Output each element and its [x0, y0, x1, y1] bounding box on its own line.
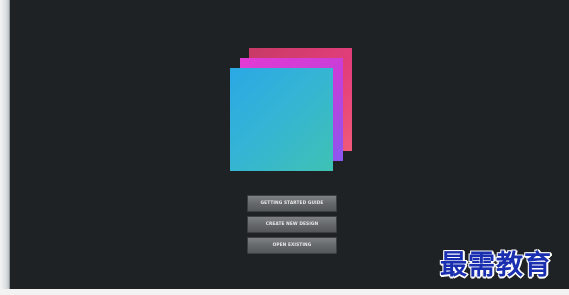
window-left-edge	[0, 0, 9, 295]
logo-front-square	[230, 68, 333, 171]
open-existing-button[interactable]: OPEN EXISTING	[247, 237, 337, 254]
watermark-text: 最需教育	[440, 250, 552, 281]
window-bottom-edge	[0, 289, 569, 295]
getting-started-guide-button[interactable]: GETTING STARTED GUIDE	[247, 195, 337, 212]
app-window: GETTING STARTED GUIDE CREATE NEW DESIGN …	[0, 0, 569, 295]
app-logo-icon	[230, 48, 355, 173]
create-new-design-button[interactable]: CREATE NEW DESIGN	[247, 216, 337, 233]
